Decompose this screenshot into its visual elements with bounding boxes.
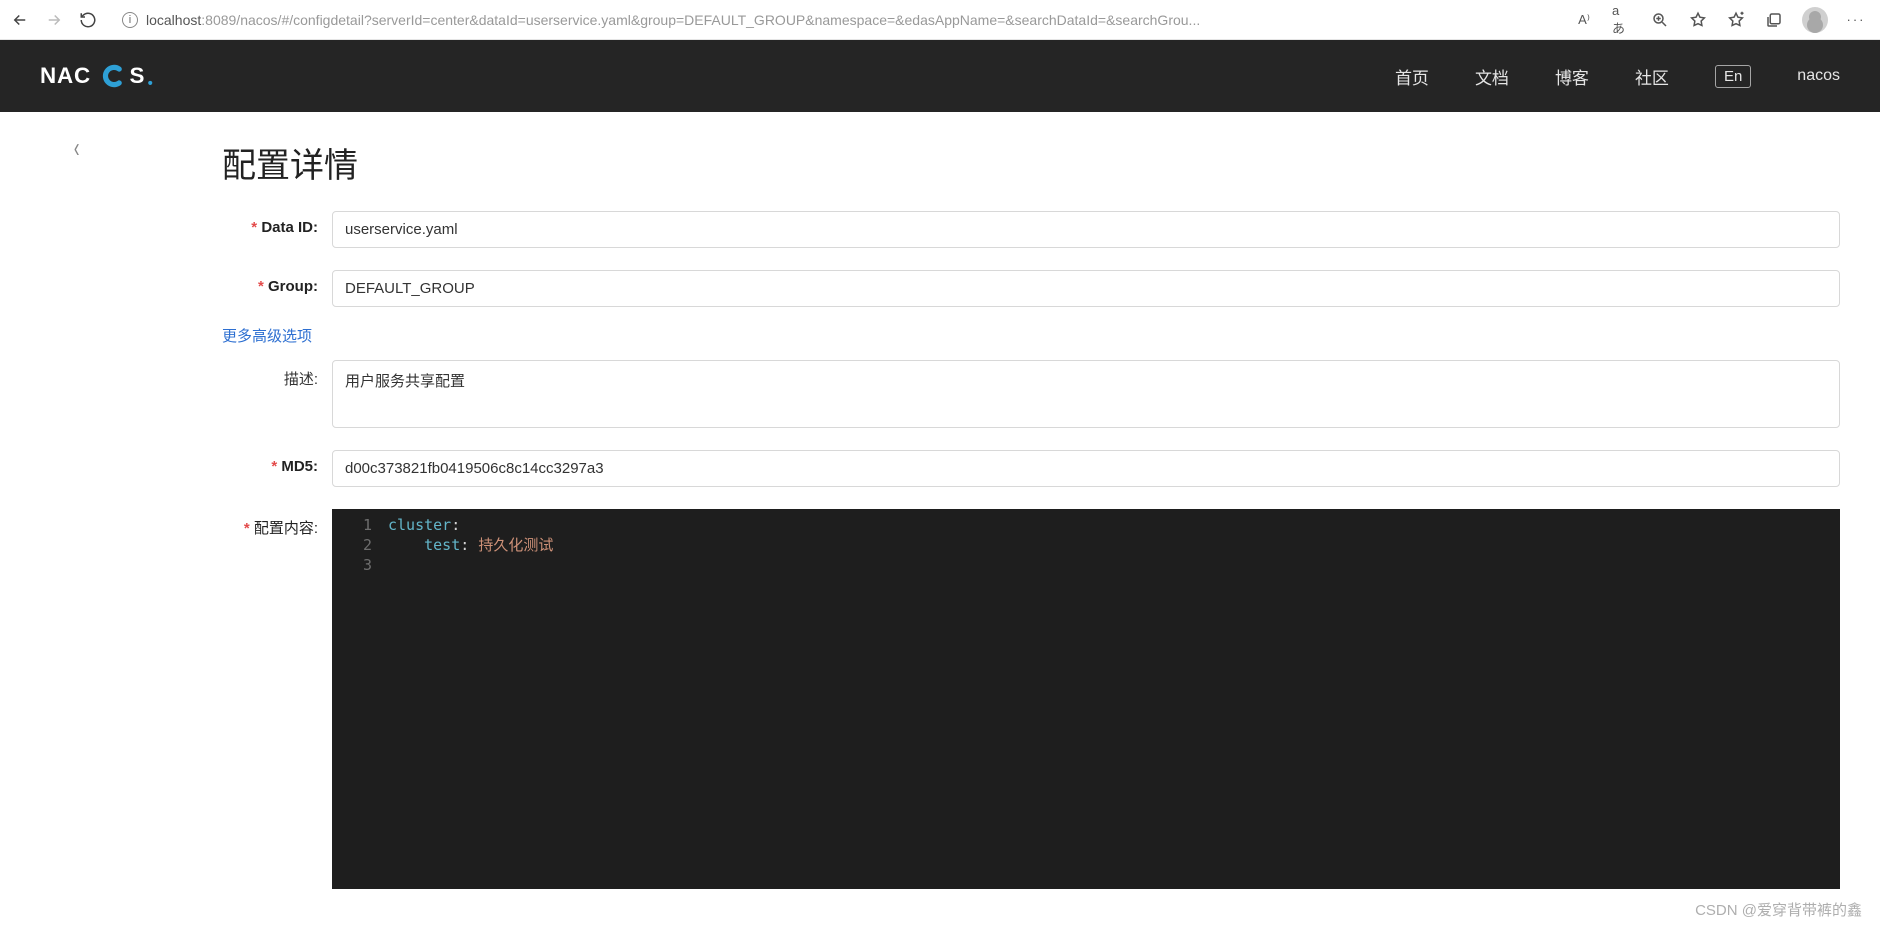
watermark: CSDN @爱穿背带裤的鑫 bbox=[1695, 899, 1862, 920]
line-number: 2 bbox=[332, 535, 372, 555]
code-line: cluster: bbox=[388, 515, 553, 535]
app-body: ‹ 配置详情 Data ID: userservice.yaml Group: … bbox=[0, 112, 1880, 926]
row-data-id: Data ID: userservice.yaml bbox=[222, 211, 1840, 248]
url-text: localhost:8089/nacos/#/configdetail?serv… bbox=[146, 12, 1200, 28]
more-icon[interactable]: ··· bbox=[1846, 10, 1866, 30]
label-md5: MD5: bbox=[222, 450, 332, 475]
value-desc[interactable]: 用户服务共享配置 bbox=[332, 360, 1840, 428]
address-bar[interactable]: i localhost:8089/nacos/#/configdetail?se… bbox=[112, 5, 1560, 35]
user-menu[interactable]: nacos bbox=[1797, 67, 1840, 85]
svg-text:NAC: NAC bbox=[40, 63, 91, 88]
translate-icon[interactable]: aあ bbox=[1612, 10, 1632, 30]
zoom-icon[interactable] bbox=[1650, 10, 1670, 30]
line-number: 1 bbox=[332, 515, 372, 535]
favorites-add-icon[interactable] bbox=[1726, 10, 1746, 30]
profile-avatar[interactable] bbox=[1802, 7, 1828, 33]
nav-home[interactable]: 首页 bbox=[1395, 64, 1429, 89]
row-group: Group: DEFAULT_GROUP bbox=[222, 270, 1840, 307]
label-data-id: Data ID: bbox=[222, 211, 332, 236]
value-data-id[interactable]: userservice.yaml bbox=[332, 211, 1840, 248]
value-group[interactable]: DEFAULT_GROUP bbox=[332, 270, 1840, 307]
code-line bbox=[388, 555, 553, 575]
row-desc: 描述: 用户服务共享配置 bbox=[222, 360, 1840, 428]
label-content: 配置内容: bbox=[222, 509, 332, 538]
editor-code[interactable]: cluster: test: 持久化测试 bbox=[382, 509, 553, 889]
nav-blog[interactable]: 博客 bbox=[1555, 64, 1589, 89]
read-aloud-icon[interactable]: A⁾ bbox=[1574, 10, 1594, 30]
browser-toolbar: i localhost:8089/nacos/#/configdetail?se… bbox=[0, 0, 1880, 40]
page-title: 配置详情 bbox=[222, 138, 1840, 187]
refresh-button[interactable] bbox=[78, 10, 98, 30]
language-toggle[interactable]: En bbox=[1715, 65, 1751, 88]
sidebar: ‹ bbox=[0, 112, 200, 926]
logo[interactable]: NAC S bbox=[40, 61, 195, 91]
row-content: 配置内容: 1 2 3 cluster: test: 持久化测试 bbox=[222, 509, 1840, 889]
back-chevron[interactable]: ‹ bbox=[20, 132, 80, 164]
code-editor[interactable]: 1 2 3 cluster: test: 持久化测试 bbox=[332, 509, 1840, 889]
advanced-options-link[interactable]: 更多高级选项 bbox=[222, 325, 1840, 346]
row-md5: MD5: d00c373821fb0419506c8c14cc3297a3 bbox=[222, 450, 1840, 487]
collections-icon[interactable] bbox=[1764, 10, 1784, 30]
svg-text:S: S bbox=[130, 63, 146, 88]
site-info-icon[interactable]: i bbox=[122, 12, 138, 28]
nav-community[interactable]: 社区 bbox=[1635, 64, 1669, 89]
back-button[interactable] bbox=[10, 10, 30, 30]
label-group: Group: bbox=[222, 270, 332, 295]
nav-docs[interactable]: 文档 bbox=[1475, 64, 1509, 89]
top-nav: 首页 文档 博客 社区 En nacos bbox=[1395, 64, 1840, 89]
favorite-icon[interactable] bbox=[1688, 10, 1708, 30]
line-number: 3 bbox=[332, 555, 372, 575]
app-header: NAC S 首页 文档 博客 社区 En nacos bbox=[0, 40, 1880, 112]
main-content: 配置详情 Data ID: userservice.yaml Group: DE… bbox=[200, 112, 1880, 926]
code-line: test: 持久化测试 bbox=[388, 535, 553, 555]
label-desc: 描述: bbox=[222, 360, 332, 389]
value-md5[interactable]: d00c373821fb0419506c8c14cc3297a3 bbox=[332, 450, 1840, 487]
editor-gutter: 1 2 3 bbox=[332, 509, 382, 889]
browser-actions: A⁾ aあ ··· bbox=[1574, 7, 1870, 33]
forward-button[interactable] bbox=[44, 10, 64, 30]
